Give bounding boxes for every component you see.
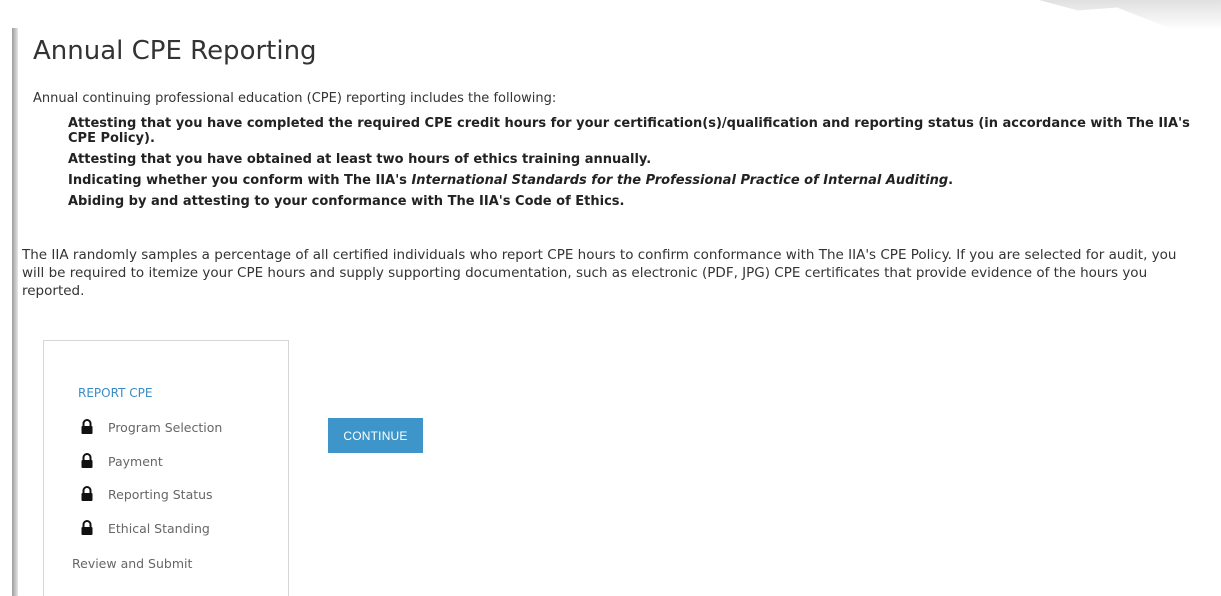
page-frame: Annual CPE Reporting Annual continuing p… bbox=[0, 0, 1221, 596]
step-payment: Payment bbox=[80, 453, 163, 469]
requirement-item: Indicating whether you conform with The … bbox=[68, 173, 1198, 188]
requirement-text: Indicating whether you conform with The … bbox=[68, 173, 412, 188]
step-ethical-standing: Ethical Standing bbox=[80, 520, 210, 536]
lock-icon bbox=[81, 486, 93, 501]
corner-shadow bbox=[1039, 0, 1221, 30]
intro-text: Annual continuing professional education… bbox=[33, 91, 557, 106]
lock-icon bbox=[81, 453, 93, 468]
step-label: Reporting Status bbox=[108, 486, 213, 502]
audit-notice: The IIA randomly samples a percentage of… bbox=[22, 247, 1177, 299]
standards-title: International Standards for the Professi… bbox=[411, 173, 949, 188]
requirement-item: Abiding by and attesting to your conform… bbox=[68, 194, 1198, 209]
requirement-item: Attesting that you have obtained at leas… bbox=[68, 152, 1198, 167]
requirements-list: Attesting that you have completed the re… bbox=[68, 116, 1198, 215]
steps-title: REPORT CPE bbox=[78, 386, 153, 400]
step-label: Ethical Standing bbox=[108, 520, 210, 536]
requirement-text: Abiding by and attesting to your conform… bbox=[68, 194, 625, 209]
step-reporting-status: Reporting Status bbox=[80, 486, 213, 502]
step-label: Payment bbox=[108, 453, 163, 469]
requirement-text-end: . bbox=[948, 173, 954, 188]
requirement-text: Attesting that you have completed the re… bbox=[68, 116, 1190, 146]
lock-icon bbox=[81, 520, 93, 535]
step-program-selection: Program Selection bbox=[80, 419, 222, 435]
lock-icon bbox=[81, 419, 93, 434]
page-title: Annual CPE Reporting bbox=[33, 36, 317, 66]
requirement-item: Attesting that you have completed the re… bbox=[68, 116, 1198, 146]
continue-button[interactable]: CONTINUE bbox=[328, 418, 423, 453]
step-review-and-submit[interactable]: Review and Submit bbox=[72, 556, 192, 571]
window-edge bbox=[12, 28, 18, 596]
step-label: Program Selection bbox=[108, 419, 223, 435]
requirement-text: Attesting that you have obtained at leas… bbox=[68, 152, 652, 167]
